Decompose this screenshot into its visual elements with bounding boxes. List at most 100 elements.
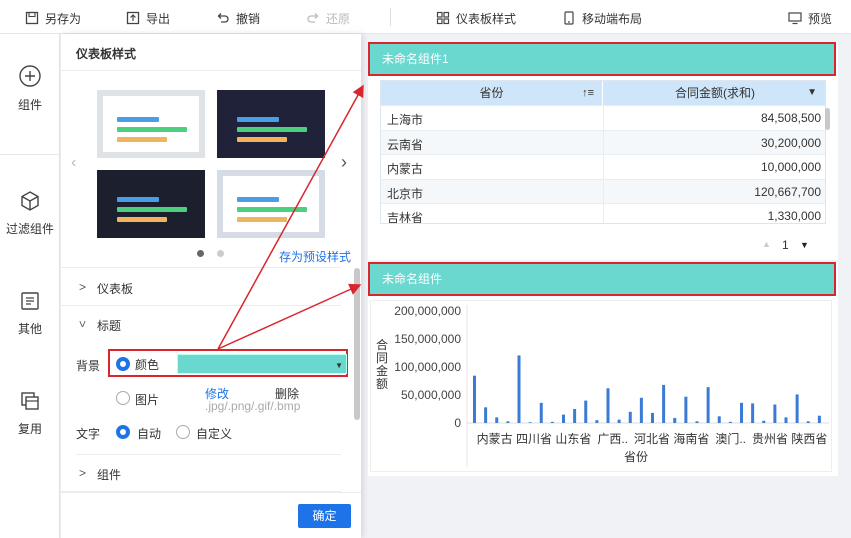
thumb-bar	[117, 207, 187, 212]
auto-radio[interactable]	[116, 425, 130, 439]
save-preset-link[interactable]: 存为预设样式	[279, 248, 351, 265]
save-as-label: 另存为	[45, 11, 82, 26]
page-next-icon[interactable]: ▼	[800, 240, 809, 250]
image-radio[interactable]	[116, 391, 130, 405]
nav-divider	[0, 154, 60, 155]
save-as-button[interactable]: 另存为	[25, 9, 81, 27]
color-radio[interactable]	[116, 357, 130, 371]
auto-option-label: 自动	[137, 427, 162, 441]
page-number: 1	[782, 238, 789, 252]
thumb-bar	[117, 127, 187, 132]
page-prev-icon[interactable]: ▲	[762, 239, 771, 249]
bar-chart: 200,000,000 150,000,000 100,000,000 50,000,…	[376, 304, 829, 467]
chart-bar	[773, 404, 777, 423]
export-button[interactable]: 导出	[126, 9, 170, 27]
cell-amount: 1,330,000	[767, 209, 821, 223]
chart-bar	[740, 402, 743, 423]
chart-bar	[584, 400, 588, 423]
cell-amount: 120,667,700	[754, 184, 821, 199]
dashboard-style-button[interactable]: 仪表板样式	[436, 9, 516, 27]
section-dashboard[interactable]: > 仪表板	[61, 268, 341, 306]
x-tick-label: 陕西省	[791, 431, 827, 446]
chart-bar	[550, 421, 554, 423]
style-thumbnail-light[interactable]	[97, 90, 205, 158]
redo-label: 还原	[326, 11, 351, 26]
chart-widget-title[interactable]: 未命名组件	[368, 262, 836, 296]
sort-icon[interactable]: ↑≡	[582, 81, 594, 105]
style-thumbnail-dark[interactable]	[217, 90, 325, 158]
preview-button[interactable]: 预览	[788, 9, 832, 27]
y-tick-label: 100,000,000	[394, 360, 461, 374]
chart-bar	[717, 416, 721, 423]
table-row[interactable]: 上海市 84,508,500	[381, 105, 825, 130]
undo-button[interactable]: 撤销	[216, 9, 260, 27]
table-widget[interactable]: 未命名组件1 省份 ↑≡ 合同金额(求和) ▼ 上海市 84,508,500 云南省…	[368, 42, 838, 260]
copy-icon	[21, 392, 39, 410]
table-widget-title[interactable]: 未命名组件1	[368, 42, 836, 76]
cell-divider	[603, 179, 604, 203]
chart-bar	[473, 375, 476, 423]
cell-province: 吉林省	[387, 211, 424, 224]
toolbar-divider	[390, 8, 391, 26]
chart-widget[interactable]: 未命名组件 200,000,000 150,000,000 100,000,000 5…	[368, 262, 838, 476]
footer-divider	[61, 492, 361, 493]
confirm-label: 确定	[312, 509, 337, 523]
color-picker[interactable]: ▼	[177, 354, 347, 374]
nav-label-components: 组件	[17, 98, 42, 112]
x-tick-label: 澳门..	[715, 431, 746, 446]
chart-area: 200,000,000 150,000,000 100,000,000 50,000,…	[370, 300, 832, 472]
grid-icon	[436, 11, 450, 25]
table-row[interactable]: 内蒙古 10,000,000	[381, 154, 825, 179]
section-component[interactable]: > 组件	[61, 454, 341, 492]
x-tick-label: 海南省	[673, 431, 709, 446]
nav-item-components[interactable]: 组件	[0, 64, 60, 113]
table-row[interactable]: 北京市 120,667,700	[381, 178, 825, 203]
cell-divider	[603, 106, 604, 130]
plus-circle-icon	[19, 65, 41, 87]
chart-bar	[695, 421, 699, 423]
left-nav: 组件 过滤组件 其他 复用	[0, 34, 60, 538]
x-tick-label: 内蒙古	[477, 431, 513, 446]
thumb-bar	[117, 197, 159, 202]
nav-item-filters[interactable]: 过滤组件	[0, 190, 60, 237]
y-tick-label: 200,000,000	[394, 304, 461, 318]
carousel-dot[interactable]	[217, 250, 224, 257]
table-row[interactable]: 吉林省 1,330,000	[381, 203, 825, 224]
chart-bar	[662, 384, 666, 423]
chevron-down-icon: >	[75, 320, 90, 328]
table-scrollbar[interactable]	[825, 108, 830, 130]
x-tick-label: 四川省	[516, 432, 552, 446]
panel-scrollbar[interactable]	[354, 268, 360, 420]
panel-title: 仪表板样式	[76, 47, 137, 61]
redo-button[interactable]: 还原	[306, 9, 350, 27]
carousel-prev-icon[interactable]: ‹	[71, 154, 76, 172]
table-header-province[interactable]: 省份 ↑≡	[381, 81, 603, 105]
mobile-layout-button[interactable]: 移动端布局	[562, 9, 642, 27]
thumb-bar	[237, 137, 287, 142]
confirm-button[interactable]: 确定	[298, 504, 351, 528]
thumb-bar	[237, 217, 287, 222]
nav-label-filters: 过滤组件	[5, 222, 54, 236]
table-row[interactable]: 云南省 30,200,000	[381, 129, 825, 154]
nav-item-reuse[interactable]: 复用	[0, 390, 60, 437]
nav-item-others[interactable]: 其他	[0, 290, 60, 337]
style-thumbnail-navy[interactable]	[97, 170, 205, 238]
style-thumbnail-gray[interactable]	[217, 170, 325, 238]
undo-icon	[217, 13, 229, 23]
custom-radio[interactable]	[176, 425, 190, 439]
panel-divider	[61, 70, 361, 71]
carousel-next-icon[interactable]: ›	[341, 152, 347, 173]
x-tick-label: 广西..	[597, 432, 628, 446]
cube-icon	[21, 191, 39, 211]
document-icon	[21, 292, 39, 310]
chart-bar	[751, 403, 755, 423]
table-header-amount[interactable]: 合同金额(求和) ▼	[603, 81, 825, 105]
carousel-dot-active[interactable]	[197, 250, 204, 257]
section-title[interactable]: > 标题	[61, 305, 341, 343]
data-table: 省份 ↑≡ 合同金额(求和) ▼ 上海市 84,508,500 云南省 30,200,…	[380, 80, 826, 224]
mobile-layout-label: 移动端布局	[582, 11, 643, 26]
dropdown-triangle-icon[interactable]: ▼	[807, 81, 817, 105]
chart-bar	[795, 394, 799, 423]
y-tick-label: 150,000,000	[394, 332, 461, 346]
background-label: 背景	[76, 359, 101, 373]
